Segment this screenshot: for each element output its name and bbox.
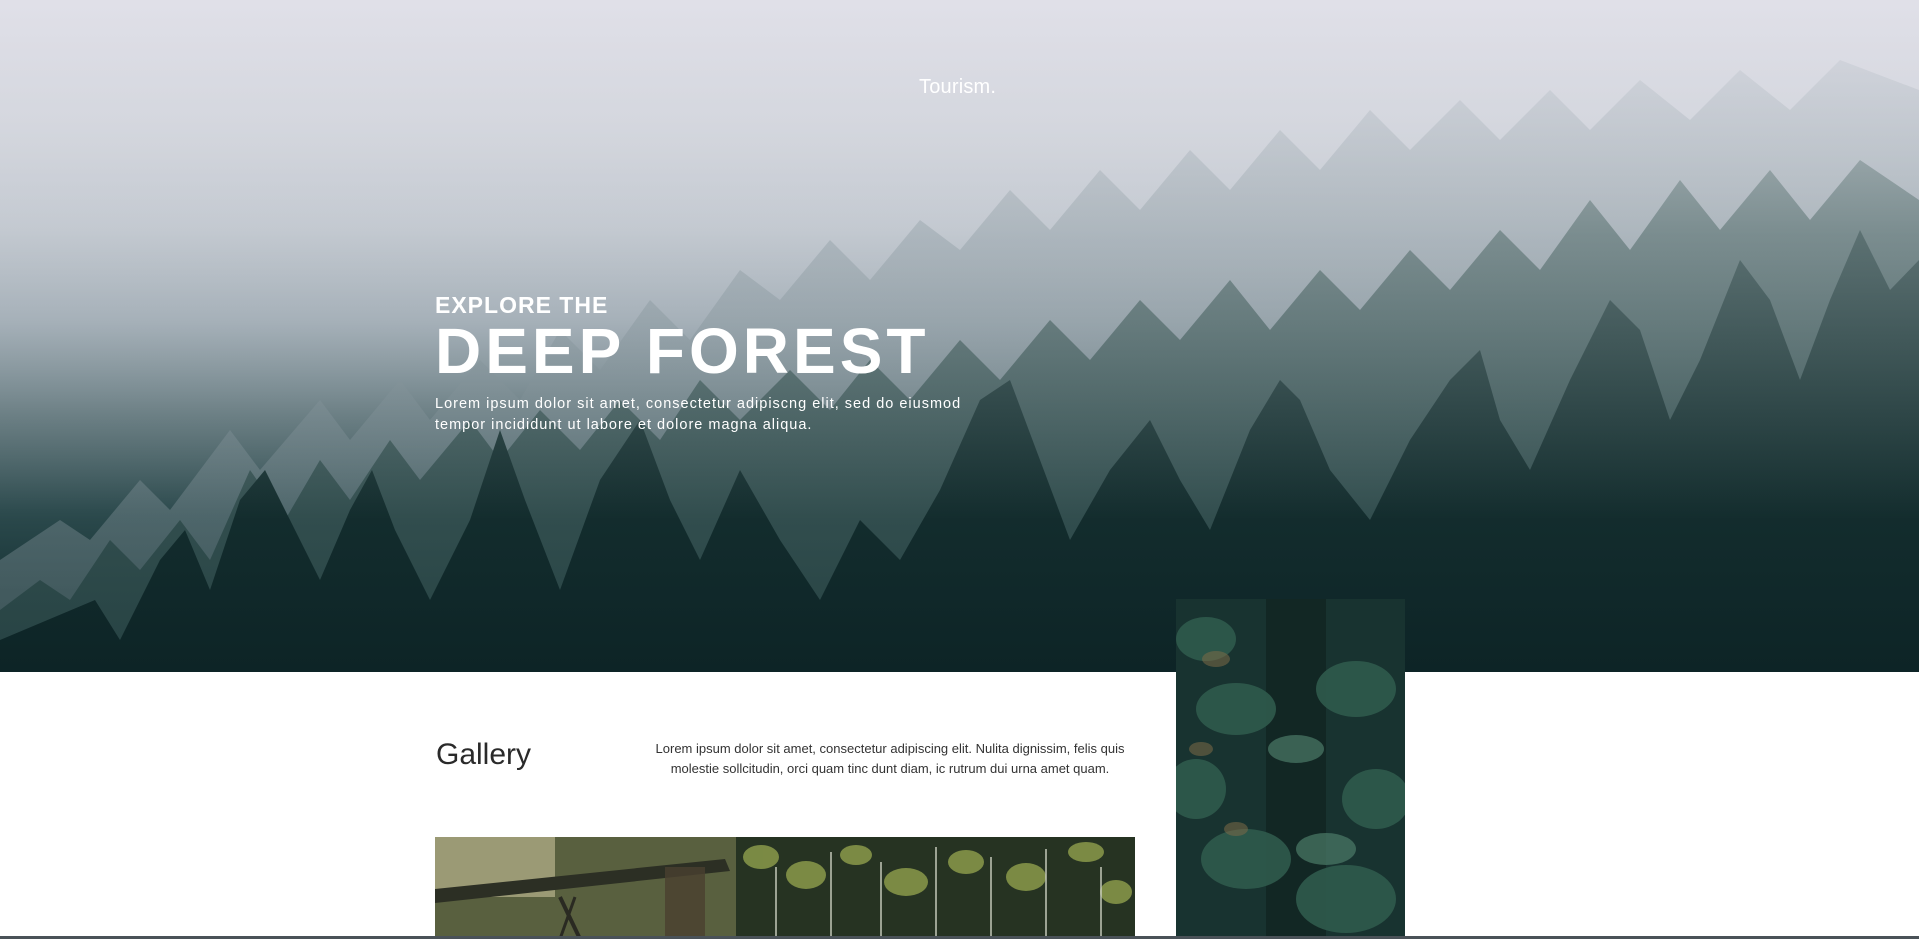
- gallery-side-image: [1176, 599, 1405, 939]
- hero-description: Lorem ipsum dolor sit amet, consectetur …: [435, 394, 1015, 436]
- bridge-image: [435, 837, 736, 939]
- hero-section: Tourism. EXPLORE THE DEEP FOREST Lorem i…: [0, 0, 1919, 672]
- hero-description-line-2: tempor incididunt ut labore et dolore ma…: [435, 417, 813, 433]
- gallery-description: Lorem ipsum dolor sit amet, consectetur …: [650, 739, 1130, 779]
- gallery-image-bridge[interactable]: [435, 837, 736, 939]
- fern-foliage-image: [1176, 599, 1405, 939]
- aspen-forest-image: [736, 837, 1135, 939]
- gallery-image-aspen-forest[interactable]: [736, 837, 1135, 939]
- gallery-description-line-1: Lorem ipsum dolor sit amet, consectetur …: [655, 741, 1125, 756]
- site-logo[interactable]: Tourism.: [919, 76, 996, 99]
- hero-text-block: EXPLORE THE DEEP FOREST Lorem ipsum dolo…: [435, 292, 1015, 436]
- gallery-description-line-2: molestie sollcitudin, orci quam tinc dun…: [670, 761, 1110, 776]
- hero-description-line-1: Lorem ipsum dolor sit amet, consectetur …: [435, 396, 962, 412]
- page: Tourism. EXPLORE THE DEEP FOREST Lorem i…: [0, 0, 1919, 939]
- gallery-title: Gallery: [436, 738, 532, 771]
- hero-title: DEEP FOREST: [435, 315, 930, 387]
